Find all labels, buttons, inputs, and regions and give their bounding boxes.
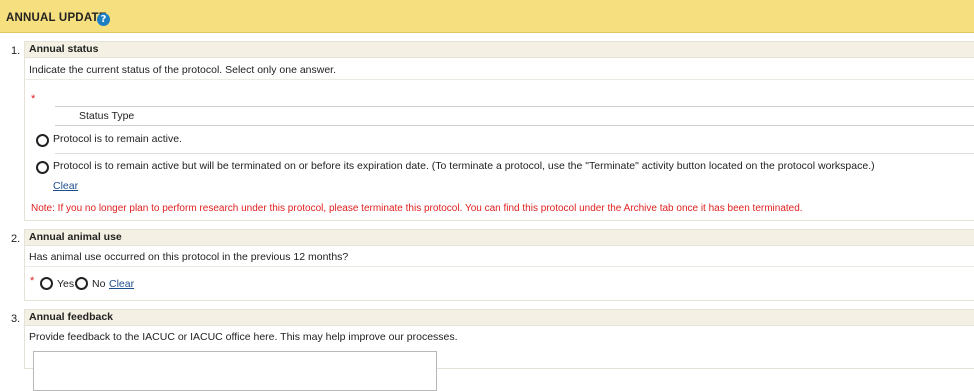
help-icon[interactable]: ? bbox=[97, 13, 110, 26]
section-title-annual-feedback: Annual feedback bbox=[25, 310, 974, 326]
section-title-annual-animal-use: Annual animal use bbox=[25, 230, 974, 246]
annual-status-description: Indicate the current status of the proto… bbox=[25, 60, 974, 80]
animal-use-description: Has animal use occurred on this protocol… bbox=[25, 247, 974, 267]
radio-remain-active-terminate[interactable] bbox=[36, 161, 49, 174]
question-number-2: 2. bbox=[11, 233, 21, 245]
option-remain-active-label: Protocol is to remain active. bbox=[53, 133, 182, 145]
feedback-textarea[interactable] bbox=[33, 351, 437, 391]
question-number-3: 3. bbox=[11, 313, 21, 325]
clear-animal-use-link[interactable]: Clear bbox=[109, 278, 134, 290]
section-annual-status: Annual status Indicate the current statu… bbox=[24, 41, 974, 221]
option-remain-active-terminate-label: Protocol is to remain active but will be… bbox=[53, 160, 875, 172]
question-number-1: 1. bbox=[11, 45, 21, 57]
terminate-note: Note: If you no longer plan to perform r… bbox=[31, 203, 803, 214]
radio-no[interactable] bbox=[75, 277, 88, 290]
clear-status-link[interactable]: Clear bbox=[53, 180, 78, 192]
status-type-column-header: Status Type bbox=[55, 106, 974, 126]
annual-update-header: ANNUAL UPDATE ? bbox=[0, 0, 974, 33]
section-annual-animal-use: Annual animal use Has animal use occurre… bbox=[24, 229, 974, 301]
radio-remain-active[interactable] bbox=[36, 134, 49, 147]
radio-yes[interactable] bbox=[40, 277, 53, 290]
page-title: ANNUAL UPDATE bbox=[6, 12, 107, 24]
required-marker: * bbox=[30, 275, 35, 287]
option-yes-label: Yes bbox=[57, 278, 75, 290]
section-title-annual-status: Annual status bbox=[25, 42, 974, 58]
option-no-label: No bbox=[92, 278, 106, 290]
feedback-description: Provide feedback to the IACUC or IACUC o… bbox=[29, 331, 458, 343]
status-type-label: Status Type bbox=[79, 110, 135, 122]
required-marker: * bbox=[31, 93, 36, 105]
row-divider bbox=[55, 153, 974, 154]
